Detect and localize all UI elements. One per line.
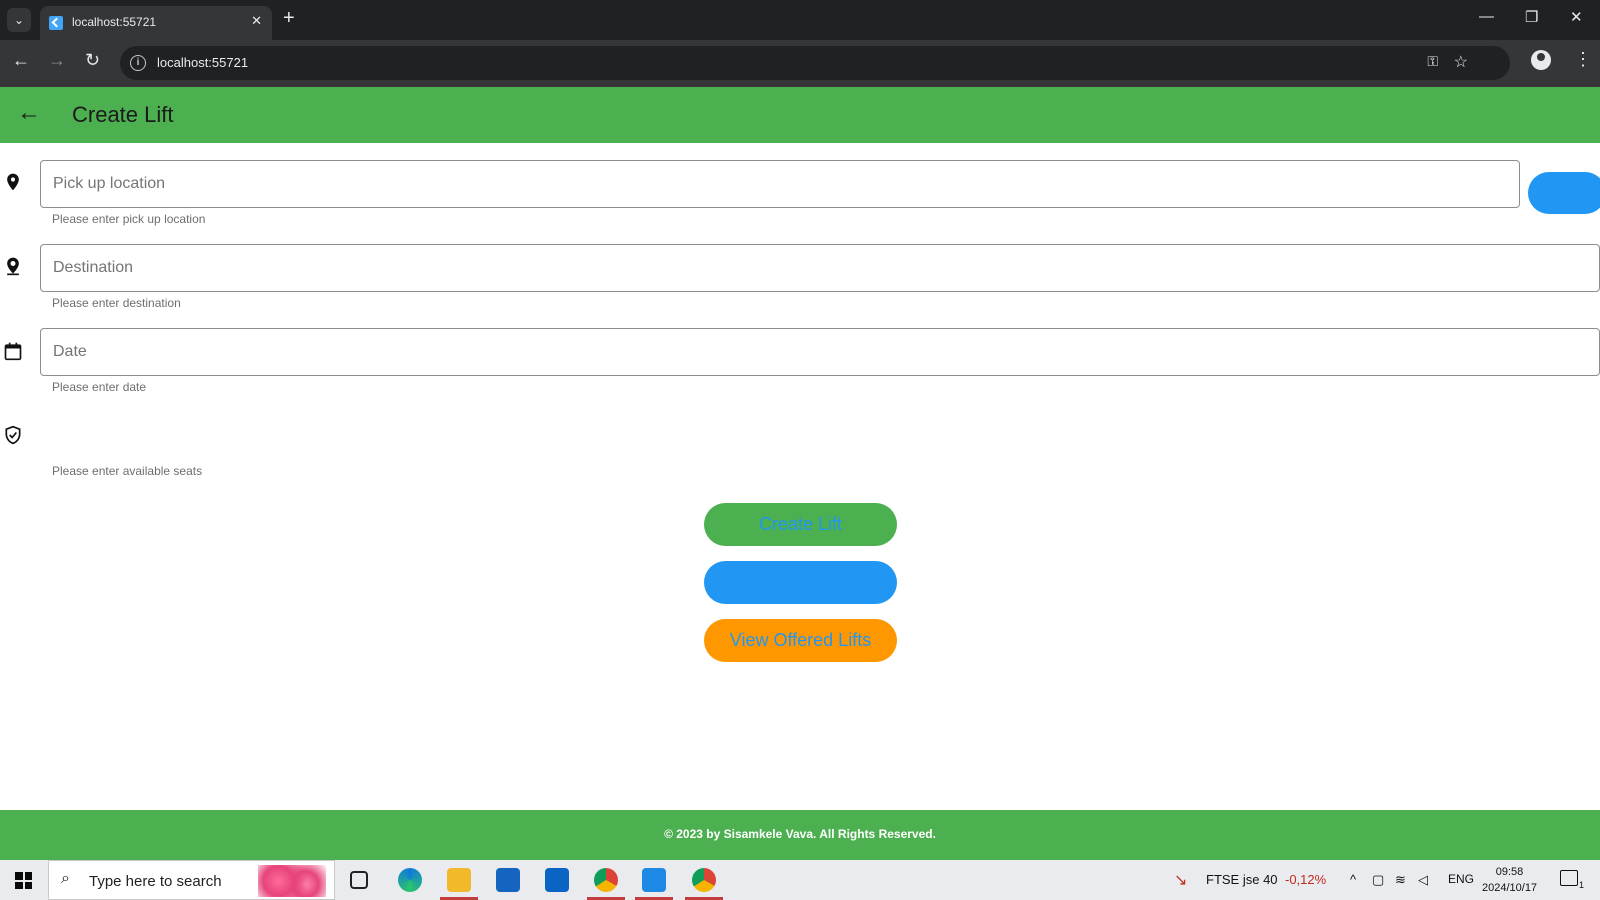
vscode-icon[interactable] bbox=[642, 868, 666, 892]
calendar-icon bbox=[4, 342, 22, 361]
search-icon: ⌕ bbox=[61, 870, 70, 887]
outlook-icon[interactable] bbox=[545, 868, 569, 892]
pickup-action-button[interactable] bbox=[1528, 172, 1600, 214]
bookmark-star-icon[interactable]: ☆ bbox=[1454, 52, 1468, 72]
create-lift-button[interactable]: Create Lift bbox=[704, 503, 897, 546]
footer-copyright: © 2023 by Sisamkele Vava. All Rights Res… bbox=[664, 827, 936, 841]
browser-tab[interactable]: localhost:55721 ✕ bbox=[40, 6, 272, 40]
reload-icon[interactable]: ↻ bbox=[85, 50, 100, 71]
taskbar-search[interactable]: ⌕ Type here to search bbox=[48, 860, 335, 900]
new-tab-icon[interactable]: + bbox=[283, 7, 295, 30]
volume-icon[interactable]: ◁ bbox=[1418, 872, 1428, 888]
seats-helper-text: Please enter available seats bbox=[52, 464, 203, 478]
forward-icon[interactable]: → bbox=[48, 50, 66, 71]
minimize-icon[interactable]: — bbox=[1479, 8, 1494, 25]
location-pin-icon bbox=[7, 173, 19, 191]
windows-taskbar: ⌕ Type here to search ↘ FTSE jse 40 -0,1… bbox=[0, 860, 1600, 900]
microsoft-store-icon[interactable] bbox=[496, 868, 520, 892]
location-pin-icon bbox=[7, 257, 19, 276]
clock-date: 2024/10/17 bbox=[1482, 882, 1538, 894]
tray-chevron-icon[interactable]: ^ bbox=[1350, 872, 1356, 887]
back-arrow-icon[interactable]: ← bbox=[17, 101, 41, 125]
wifi-icon[interactable]: ≋ bbox=[1395, 872, 1406, 888]
app-bar: ← Create Lift bbox=[0, 87, 1600, 143]
edge-browser-icon[interactable] bbox=[398, 868, 422, 892]
date-input[interactable] bbox=[40, 328, 1600, 376]
task-view-icon[interactable] bbox=[350, 871, 368, 889]
shield-check-icon bbox=[5, 425, 21, 445]
clock-time: 09:58 bbox=[1495, 866, 1524, 878]
notification-count: 1 bbox=[1579, 880, 1585, 890]
view-offered-lifts-button[interactable]: View Offered Lifts bbox=[704, 619, 897, 662]
back-icon[interactable]: ← bbox=[12, 50, 30, 71]
chrome-icon[interactable] bbox=[692, 868, 716, 892]
date-helper-text: Please enter date bbox=[52, 380, 147, 394]
meet-now-icon[interactable]: ▢ bbox=[1372, 872, 1384, 888]
ftse-change[interactable]: -0,12% bbox=[1285, 872, 1326, 887]
ftse-label[interactable]: FTSE jse 40 bbox=[1206, 872, 1278, 887]
destination-helper-text: Please enter destination bbox=[52, 296, 181, 310]
notification-center-icon[interactable] bbox=[1560, 870, 1578, 886]
windows-start-icon[interactable] bbox=[15, 872, 32, 889]
stock-chart-icon[interactable]: ↘ bbox=[1174, 870, 1187, 890]
page-title: Create Lift bbox=[72, 102, 174, 127]
taskbar-search-placeholder: Type here to search bbox=[89, 873, 222, 890]
search-highlight-graphic-icon bbox=[258, 865, 326, 897]
taskbar-clock[interactable]: 09:58 2024/10/17 bbox=[1482, 864, 1537, 896]
browser-toolbar: ← → ↻ i localhost:55721 ⚿ ☆ ⋮ bbox=[0, 40, 1600, 87]
close-window-icon[interactable]: ✕ bbox=[1570, 8, 1583, 26]
destination-input[interactable] bbox=[40, 244, 1600, 292]
url-text[interactable]: localhost:55721 bbox=[157, 55, 248, 70]
password-key-icon[interactable]: ⚿ bbox=[1427, 53, 1438, 70]
tab-close-icon[interactable]: ✕ bbox=[251, 13, 262, 29]
flutter-favicon-icon bbox=[49, 16, 63, 30]
site-info-icon[interactable]: i bbox=[130, 55, 146, 71]
browser-tabstrip: ⌄ localhost:55721 ✕ + — ❐ ✕ bbox=[0, 0, 1600, 40]
pickup-helper-text: Please enter pick up location bbox=[52, 212, 206, 226]
pickup-location-input[interactable] bbox=[40, 160, 1520, 208]
footer: © 2023 by Sisamkele Vava. All Rights Res… bbox=[0, 810, 1600, 860]
file-explorer-icon[interactable] bbox=[447, 868, 471, 892]
address-bar[interactable]: i localhost:55721 ⚿ ☆ bbox=[120, 46, 1510, 80]
chrome-profile-icon[interactable] bbox=[594, 868, 618, 892]
language-indicator[interactable]: ENG bbox=[1448, 872, 1474, 886]
browser-menu-icon[interactable]: ⋮ bbox=[1574, 49, 1592, 70]
profile-avatar-icon[interactable] bbox=[1531, 50, 1551, 70]
tab-search-chevron-icon[interactable]: ⌄ bbox=[7, 8, 31, 32]
secondary-blue-button[interactable] bbox=[704, 561, 897, 604]
restore-icon[interactable]: ❐ bbox=[1525, 8, 1538, 26]
tab-title: localhost:55721 bbox=[72, 15, 157, 29]
